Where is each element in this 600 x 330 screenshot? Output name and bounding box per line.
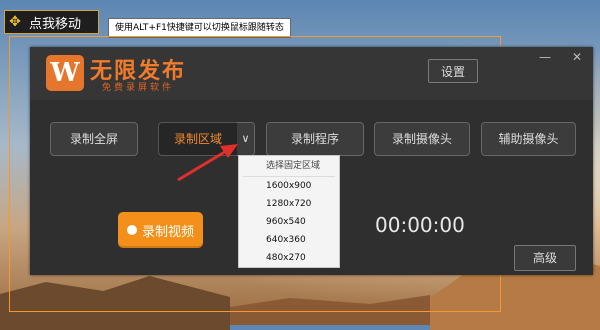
record-camera-button[interactable]: 录制摄像头	[374, 122, 470, 156]
region-option-640x360[interactable]: 640x360	[239, 231, 339, 249]
record-dot-icon	[126, 225, 137, 235]
region-size-dropdown: 选择固定区域 1600x900 1280x720 960x540 640x360…	[238, 155, 340, 268]
title-bar[interactable]: W 无限发布 免费录屏软件 设置 — ✕	[30, 47, 593, 100]
region-option-480x270[interactable]: 480x270	[239, 249, 339, 267]
shortcut-hint: 使用ALT+F1快捷键可以切换鼠标跟随转态	[108, 18, 291, 38]
close-icon[interactable]: ✕	[568, 50, 586, 64]
brand-subtitle: 免费录屏软件	[102, 83, 175, 93]
minimize-icon[interactable]: —	[536, 50, 554, 64]
record-program-button[interactable]: 录制程序	[266, 122, 364, 156]
settings-button[interactable]: 设置	[428, 59, 478, 83]
move-arrows-icon: ✥	[9, 14, 21, 30]
region-option-1600x900[interactable]: 1600x900	[239, 177, 339, 195]
move-window-button[interactable]: ✥ 点我移动	[4, 10, 99, 34]
record-video-label: 录制视频	[141, 224, 194, 240]
chevron-down-icon[interactable]: ∨	[237, 122, 255, 156]
recording-timer: 00:00:00	[375, 213, 465, 237]
advanced-button[interactable]: 高级	[514, 245, 576, 271]
move-button-label: 点我移动	[29, 16, 82, 32]
record-region-button[interactable]: 录制区域	[158, 122, 238, 156]
app-logo: W	[46, 55, 84, 91]
auxiliary-camera-button[interactable]: 辅助摄像头	[481, 122, 576, 156]
region-option-960x540[interactable]: 960x540	[239, 213, 339, 231]
record-fullscreen-button[interactable]: 录制全屏	[50, 122, 138, 156]
region-option-1280x720[interactable]: 1280x720	[239, 195, 339, 213]
dropdown-header: 选择固定区域	[243, 156, 335, 177]
record-video-button[interactable]: 录制视频	[118, 212, 203, 248]
